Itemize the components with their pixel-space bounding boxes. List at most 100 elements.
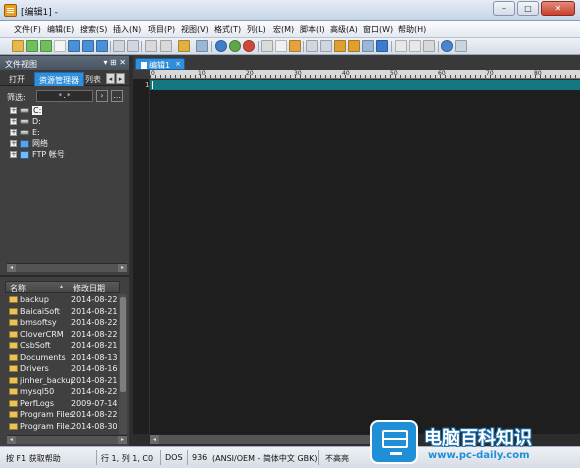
column-name[interactable]: 名称 (10, 283, 26, 294)
document-icon[interactable] (145, 40, 157, 52)
tab-scroll-right-icon[interactable]: ▸ (116, 73, 125, 84)
scroll-left-icon[interactable]: ◂ (7, 264, 16, 272)
scroll-right-icon[interactable]: ▸ (118, 264, 127, 272)
menu-help[interactable]: 帮助(H) (398, 24, 426, 35)
word-wrap-icon[interactable] (362, 40, 374, 52)
back-arrow-icon[interactable] (26, 40, 38, 52)
properties-icon[interactable] (160, 40, 172, 52)
maximize-button[interactable]: □ (517, 1, 539, 16)
panel-controls[interactable]: ▾ ⊞ ✕ (103, 58, 126, 67)
tab-document-edit1[interactable]: 编辑1 × (135, 58, 185, 70)
new-file-icon[interactable] (54, 40, 66, 52)
status-encoding[interactable]: (ANSI/OEM - 简体中文 GBK) (212, 453, 318, 464)
status-highlight-mode[interactable]: 不高亮 (325, 453, 349, 464)
list-item[interactable]: jinher_backup 2014-08-21 18 (7, 375, 123, 386)
expand-icon[interactable]: + (10, 129, 17, 136)
tab-scroll-left-icon[interactable]: ◂ (106, 73, 115, 84)
list-item[interactable]: BaicaiSoft 2014-08-21 16 (7, 306, 123, 317)
tree-horizontal-scrollbar[interactable]: ◂ ▸ (7, 263, 127, 272)
save-icon[interactable] (82, 40, 94, 52)
list-item[interactable]: mysql50 2014-08-22 08 (7, 386, 123, 397)
replace-icon[interactable] (320, 40, 332, 52)
browser-icon[interactable] (441, 40, 453, 52)
watermark: 电脑百科知识 www.pc-daily.com (364, 418, 580, 468)
filter-label: 筛选: (7, 93, 26, 102)
save-all-icon[interactable] (96, 40, 108, 52)
highlight-icon[interactable] (376, 40, 388, 52)
expand-icon[interactable]: + (10, 140, 17, 147)
scroll-left-icon[interactable]: ◂ (7, 436, 16, 444)
tree-item-e[interactable]: + E: (10, 127, 40, 138)
text-editor[interactable] (150, 90, 580, 434)
status-line-ending[interactable]: DOS (165, 453, 183, 462)
menu-macro[interactable]: 宏(M) (273, 24, 294, 35)
menu-advanced[interactable]: 高级(A) (330, 24, 358, 35)
globe-icon[interactable] (215, 40, 227, 52)
file-date: 2014-08-22 12 (71, 410, 123, 419)
list-view-icon[interactable] (395, 40, 407, 52)
column-modified-date[interactable]: 修改日期 (73, 283, 105, 294)
open-file-icon[interactable] (68, 40, 80, 52)
find-icon[interactable] (306, 40, 318, 52)
menu-project[interactable]: 项目(P) (148, 24, 175, 35)
list-item[interactable]: Program File... 2014-08-30 09 (7, 421, 123, 432)
menu-window[interactable]: 窗口(W) (363, 24, 393, 35)
list-item[interactable]: CsbSoft 2014-08-21 13 (7, 340, 123, 351)
list-item[interactable]: backup 2014-08-22 10 (7, 294, 123, 305)
tab-explorer[interactable]: 资源管理器 (34, 72, 84, 86)
menu-search[interactable]: 搜索(S) (80, 24, 107, 35)
tab-list[interactable]: 列表 (81, 72, 105, 86)
minimize-button[interactable]: – (493, 1, 515, 16)
column-mode-icon[interactable] (196, 40, 208, 52)
close-button[interactable]: ✕ (541, 1, 575, 16)
expand-icon[interactable]: + (10, 151, 17, 158)
tree-item-d[interactable]: + D: (10, 116, 41, 127)
cut-icon[interactable] (261, 40, 273, 52)
replace-in-files-icon[interactable] (348, 40, 360, 52)
filter-browse-button[interactable]: … (111, 90, 123, 102)
menu-edit[interactable]: 编辑(E) (47, 24, 74, 35)
tree-item-network[interactable]: + 网络 (10, 138, 48, 149)
copy-icon[interactable] (275, 40, 287, 52)
web-go-icon[interactable] (229, 40, 241, 52)
list-item[interactable]: CloverCRM 2014-08-22 12 (7, 329, 123, 340)
window-tile-icon[interactable] (423, 40, 435, 52)
tab-close-icon[interactable]: × (175, 60, 181, 68)
menu-view[interactable]: 视图(V) (181, 24, 209, 35)
tree-item-ftp[interactable]: + FTP 帐号 (10, 149, 65, 160)
scroll-right-icon[interactable]: ▸ (118, 436, 127, 444)
file-list-vertical-scrollbar[interactable] (119, 294, 127, 434)
scrollbar-thumb[interactable] (120, 297, 126, 392)
filter-input[interactable]: *.* (36, 90, 93, 102)
list-item[interactable]: bmsoftsy 2014-08-22 08 (7, 317, 123, 328)
expand-icon[interactable]: + (10, 107, 17, 114)
list-item[interactable]: Drivers 2014-08-16 09 (7, 363, 123, 374)
file-list-horizontal-scrollbar[interactable]: ◂ ▸ (7, 435, 127, 444)
expand-icon[interactable]: + (10, 118, 17, 125)
find-in-files-icon[interactable] (334, 40, 346, 52)
forward-arrow-icon[interactable] (40, 40, 52, 52)
filter-go-button[interactable]: › (96, 90, 108, 102)
menu-file[interactable]: 文件(F) (14, 24, 41, 35)
tab-open[interactable]: 打开 (5, 72, 29, 86)
list-item[interactable]: Program Files 2014-08-22 12 (7, 409, 123, 420)
scroll-left-icon[interactable]: ◂ (150, 435, 159, 444)
details-view-icon[interactable] (409, 40, 421, 52)
status-codepage[interactable]: 936 (192, 453, 207, 462)
web-stop-icon[interactable] (243, 40, 255, 52)
menu-script[interactable]: 脚本(I) (300, 24, 325, 35)
print-preview-icon[interactable] (127, 40, 139, 52)
open-folder-icon[interactable] (12, 40, 24, 52)
bookmark-icon[interactable] (178, 40, 190, 52)
tree-item-c[interactable]: + C: (10, 105, 43, 116)
menu-column[interactable]: 列(L) (247, 24, 266, 35)
paste-icon[interactable] (289, 40, 301, 52)
editor-horizontal-scrollbar[interactable]: ◂ (150, 434, 380, 444)
list-item[interactable]: PerfLogs 2009-07-14 11 (7, 398, 123, 409)
print-icon[interactable] (113, 40, 125, 52)
folder-tree: + C: + D: + E: + 网络 + FTP 帐号 (0, 105, 129, 265)
menu-insert[interactable]: 插入(N) (113, 24, 141, 35)
list-item[interactable]: Documents 2014-08-13 14 (7, 352, 123, 363)
menu-format[interactable]: 格式(T) (214, 24, 241, 35)
help-icon[interactable] (455, 40, 467, 52)
